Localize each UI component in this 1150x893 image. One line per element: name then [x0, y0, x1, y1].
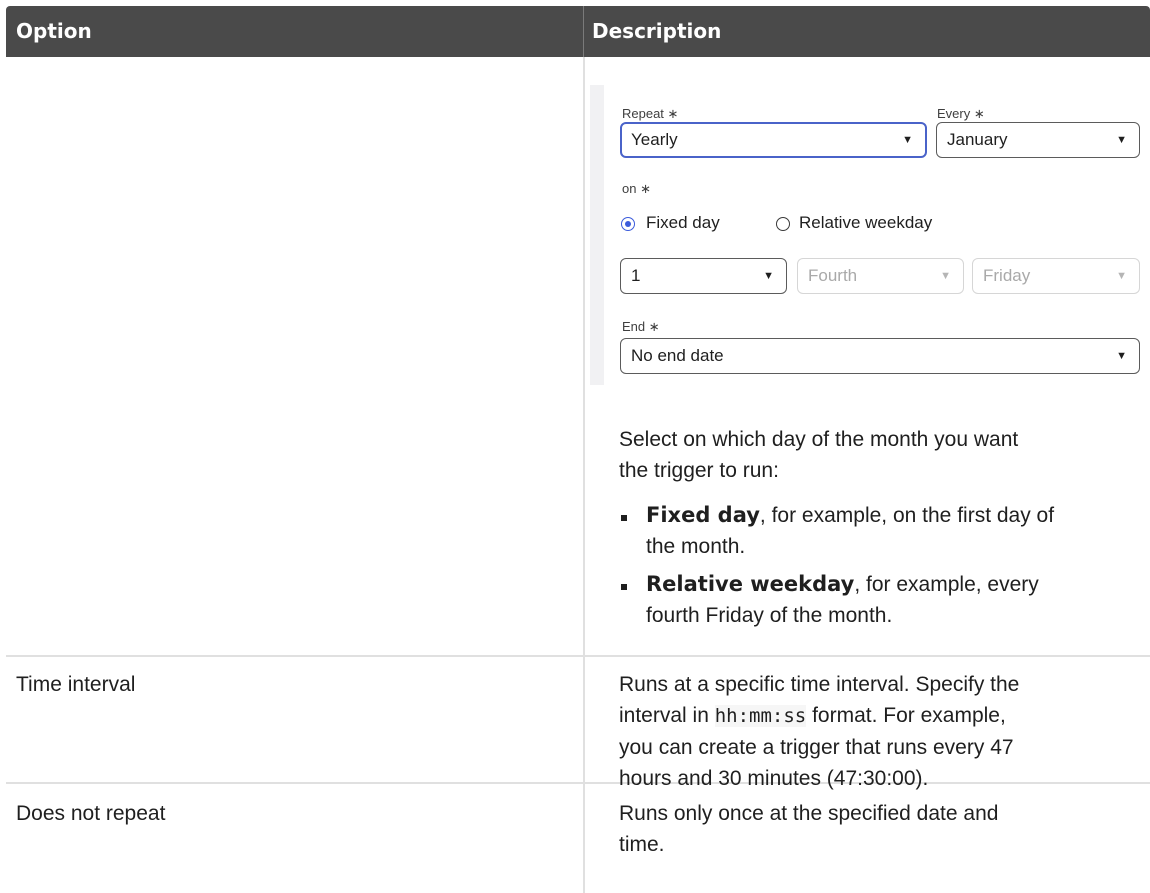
time-format-code: hh:mm:ss	[714, 705, 807, 727]
repeat-label: Repeat ∗	[622, 106, 679, 121]
row1-intro: Select on which day of the month you wan…	[619, 424, 1139, 486]
row1-intro-line2: the trigger to run:	[619, 459, 779, 482]
column-divider	[583, 57, 585, 893]
every-label: Every ∗	[937, 106, 985, 121]
row2-line2-pre: interval in	[619, 704, 715, 727]
weekday-value: Friday	[983, 266, 1031, 285]
fixed-day-text-line2: the month.	[646, 535, 746, 558]
every-select[interactable]: January ▼	[936, 122, 1140, 158]
bullet-fixed-day: Fixed day, for example, on the first day…	[646, 500, 1146, 562]
end-label: End ∗	[622, 319, 660, 334]
day-value: 1	[631, 266, 641, 285]
relative-weekday-radio[interactable]	[776, 217, 790, 231]
end-select[interactable]: No end date ▼	[620, 338, 1140, 374]
chevron-down-icon: ▼	[1116, 270, 1127, 282]
row2-option: Time interval	[16, 673, 136, 696]
options-table: Option Description Repeat ∗ Yearly ▼ Eve…	[0, 0, 1150, 893]
row-divider	[6, 655, 1150, 657]
row3-description: Runs only once at the specified date and…	[619, 798, 1139, 860]
row1-intro-line1: Select on which day of the month you wan…	[619, 428, 1019, 451]
relative-weekday-text: , for example, every	[854, 573, 1039, 596]
repeat-select[interactable]: Yearly ▼	[620, 122, 927, 158]
relative-weekday-label: Relative weekday	[799, 213, 933, 232]
row2-description: Runs at a specific time interval. Specif…	[619, 669, 1139, 794]
form-accent-bar	[590, 85, 604, 385]
chevron-down-icon: ▼	[1116, 350, 1127, 362]
row3-line2: time.	[619, 833, 665, 856]
bullet-marker	[621, 584, 627, 590]
fixed-day-radio[interactable]	[621, 217, 635, 231]
chevron-down-icon: ▼	[763, 270, 774, 282]
header-option: Option	[16, 19, 92, 43]
fixed-day-label: Fixed day	[646, 213, 720, 232]
header-divider	[583, 6, 584, 57]
fixed-day-text: , for example, on the first day of	[759, 504, 1055, 527]
chevron-down-icon: ▼	[902, 134, 913, 146]
row2-line4: hours and 30 minutes (47:30:00).	[619, 767, 929, 790]
bullet-relative-weekday: Relative weekday, for example, every fou…	[646, 569, 1146, 631]
row3-option: Does not repeat	[16, 802, 166, 825]
ordinal-select[interactable]: Fourth ▼	[797, 258, 964, 294]
relative-weekday-text-line2: fourth Friday of the month.	[646, 604, 893, 627]
row2-line1: Runs at a specific time interval. Specif…	[619, 673, 1020, 696]
ordinal-value: Fourth	[808, 266, 858, 285]
every-value: January	[947, 130, 1008, 149]
chevron-down-icon: ▼	[1116, 134, 1127, 146]
repeat-value: Yearly	[631, 130, 678, 149]
row2-line2-post: format. For example,	[806, 704, 1006, 727]
row2-line3: you can create a trigger that runs every…	[619, 736, 1014, 759]
row3-line1: Runs only once at the specified date and	[619, 802, 999, 825]
relative-weekday-term: Relative weekday	[646, 572, 855, 596]
weekday-select[interactable]: Friday ▼	[972, 258, 1140, 294]
on-label: on ∗	[622, 181, 651, 196]
chevron-down-icon: ▼	[940, 270, 951, 282]
bullet-marker	[621, 515, 627, 521]
table-header: Option Description	[6, 6, 1150, 57]
fixed-day-term: Fixed day	[646, 503, 760, 527]
day-select[interactable]: 1 ▼	[620, 258, 787, 294]
header-description: Description	[592, 19, 722, 43]
end-value: No end date	[631, 346, 724, 365]
